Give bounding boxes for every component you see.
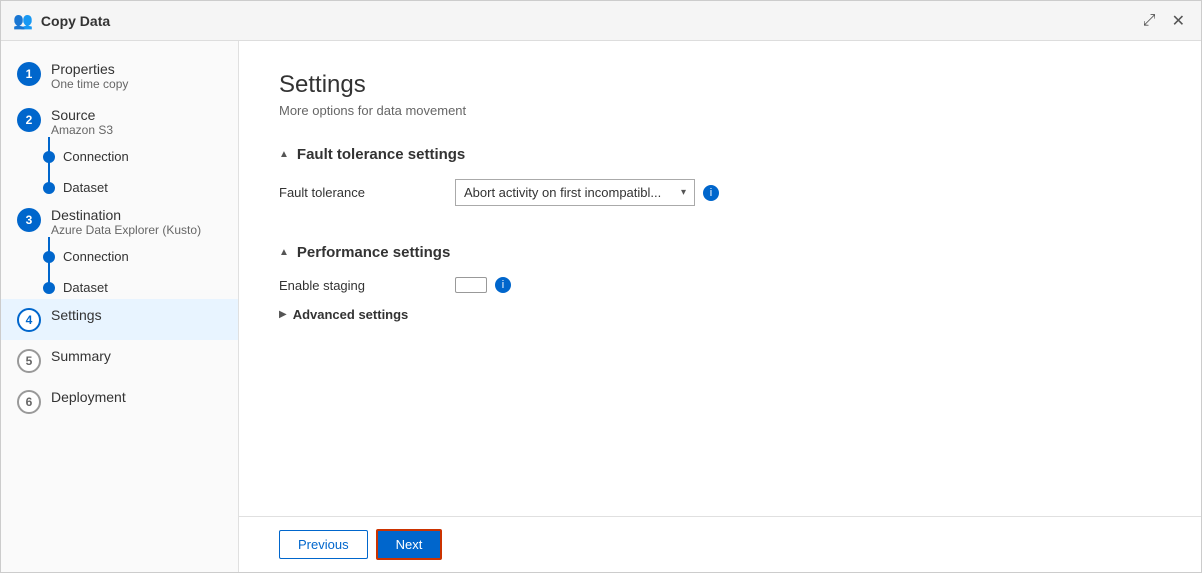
fault-tolerance-section: ▲ Fault tolerance settings Fault toleran… [279,146,1161,220]
app-window: 👥 Copy Data ⤢ ✕ 1 Properties One time co… [0,0,1202,573]
enable-staging-row: Enable staging i [279,277,1161,293]
source-dataset-label: Dataset [63,180,108,195]
footer: Previous Next [239,516,1201,572]
advanced-settings-row[interactable]: ▶ Advanced settings [279,307,1161,322]
nav-label-source: Source [51,107,113,123]
dest-connection-dot [43,251,55,263]
sidebar-item-summary[interactable]: 5 Summary [1,340,238,381]
main-content: Settings More options for data movement … [239,41,1201,516]
nav-circle-4: 4 [17,308,41,332]
fault-tolerance-dropdown[interactable]: Abort activity on first incompatibl... ▾ [455,179,695,206]
nav-label-settings: Settings [51,307,102,323]
nav-text-properties: Properties One time copy [51,61,128,91]
titlebar-left: 👥 Copy Data [13,11,110,31]
nav-circle-1: 1 [17,62,41,86]
nav-sublabel-source: Amazon S3 [51,123,113,137]
nav-circle-5: 5 [17,349,41,373]
fault-tolerance-control: Abort activity on first incompatibl... ▾… [455,179,719,206]
content-area: 1 Properties One time copy 2 Source Amaz… [1,41,1201,572]
dest-connection-item[interactable]: Connection [43,245,238,268]
dest-dataset-label: Dataset [63,280,108,295]
dropdown-arrow-icon: ▾ [681,187,686,198]
window-title: Copy Data [41,13,110,29]
enable-staging-label: Enable staging [279,278,439,293]
source-connection-item[interactable]: Connection [43,145,238,168]
sidebar-item-properties[interactable]: 1 Properties One time copy [1,53,238,99]
source-connection-label: Connection [63,149,129,164]
sidebar-item-settings[interactable]: 4 Settings [1,299,238,340]
nav-circle-2: 2 [17,108,41,132]
dest-dataset-dot [43,282,55,294]
nav-text-settings: Settings [51,307,102,323]
enable-staging-info-icon[interactable]: i [495,277,511,293]
nav-text-summary: Summary [51,348,111,364]
nav-circle-3: 3 [17,208,41,232]
page-title: Settings [279,71,1161,99]
performance-section: ▲ Performance settings Enable staging i … [279,244,1161,326]
source-dataset-item[interactable]: Dataset [43,176,238,199]
sidebar: 1 Properties One time copy 2 Source Amaz… [1,41,239,572]
performance-header[interactable]: ▲ Performance settings [279,244,1161,261]
perf-collapse-icon: ▲ [279,247,289,258]
nav-label-summary: Summary [51,348,111,364]
page-subtitle: More options for data movement [279,103,1161,118]
dest-dataset-item[interactable]: Dataset [43,276,238,299]
nav-label-destination: Destination [51,207,201,223]
app-icon: 👥 [13,11,33,31]
source-connection-dot [43,151,55,163]
nav-label-deployment: Deployment [51,389,126,405]
nav-text-deployment: Deployment [51,389,126,405]
dropdown-value: Abort activity on first incompatibl... [464,185,661,200]
titlebar-controls: ⤢ ✕ [1139,9,1189,33]
close-button[interactable]: ✕ [1168,9,1189,33]
nav-label-properties: Properties [51,61,128,77]
sidebar-item-deployment[interactable]: 6 Deployment [1,381,238,422]
destination-subitems: Connection Dataset [43,245,238,299]
fault-tolerance-title: Fault tolerance settings [297,146,465,163]
minimize-button[interactable]: ⤢ [1139,10,1160,32]
enable-staging-toggle[interactable] [455,277,487,293]
next-button[interactable]: Next [376,529,443,560]
previous-button[interactable]: Previous [279,530,368,559]
dest-connection-label: Connection [63,249,129,264]
fault-collapse-icon: ▲ [279,149,289,160]
nav-text-destination: Destination Azure Data Explorer (Kusto) [51,207,201,237]
fault-tolerance-info-icon[interactable]: i [703,185,719,201]
nav-sublabel-properties: One time copy [51,77,128,91]
nav-sublabel-destination: Azure Data Explorer (Kusto) [51,223,201,237]
titlebar: 👥 Copy Data ⤢ ✕ [1,1,1201,41]
fault-tolerance-header[interactable]: ▲ Fault tolerance settings [279,146,1161,163]
advanced-settings-label: Advanced settings [293,307,409,322]
nav-text-source: Source Amazon S3 [51,107,113,137]
fault-tolerance-row: Fault tolerance Abort activity on first … [279,179,1161,206]
sidebar-item-source[interactable]: 2 Source Amazon S3 [1,99,238,145]
performance-title: Performance settings [297,244,450,261]
fault-tolerance-label: Fault tolerance [279,185,439,200]
sidebar-item-destination[interactable]: 3 Destination Azure Data Explorer (Kusto… [1,199,238,245]
main-area: Settings More options for data movement … [239,41,1201,572]
source-subitems: Connection Dataset [43,145,238,199]
advanced-chevron-icon: ▶ [279,309,287,320]
source-dataset-dot [43,182,55,194]
nav-circle-6: 6 [17,390,41,414]
toggle-container: i [455,277,511,293]
